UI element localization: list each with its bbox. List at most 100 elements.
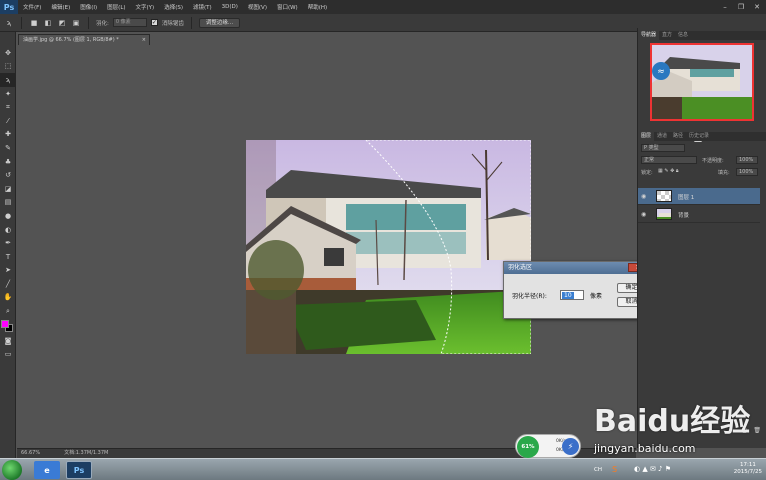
opacity-label: 不透明度: xyxy=(702,158,724,164)
language-indicator[interactable]: CH xyxy=(594,467,602,473)
zoom-level[interactable]: 66.67% xyxy=(21,449,40,458)
move-tool-icon[interactable]: ✥ xyxy=(0,46,16,60)
navigator-preview: ≈ xyxy=(652,45,752,119)
svg-text:≈: ≈ xyxy=(657,67,665,77)
dialog-title: 羽化选区 xyxy=(508,264,533,271)
close-tab-icon[interactable]: × xyxy=(142,35,146,45)
dodge-tool-icon[interactable]: ◐ xyxy=(0,223,16,237)
network-speed-widget[interactable]: 61% 0K/s 0K/s ⚡ xyxy=(515,434,581,458)
layer-kind-select[interactable]: P 类型 xyxy=(641,144,685,152)
antialias-label: 消除锯齿 xyxy=(161,20,184,27)
minimize-icon[interactable]: – xyxy=(720,2,730,11)
feather-input[interactable]: 0 像素 xyxy=(112,18,147,27)
document-tab-title: 油画学.jpg @ 66.7% (图层 1, RGB/8#) * xyxy=(23,37,119,43)
accelerate-icon[interactable]: ⚡ xyxy=(562,438,579,455)
menu-view[interactable]: 视图(V) xyxy=(243,3,272,11)
type-tool-icon[interactable]: T xyxy=(0,250,16,264)
line-tool-icon[interactable]: ╱ xyxy=(0,277,16,291)
refine-edge-button[interactable]: 调整边缘... xyxy=(198,17,241,28)
menu-help[interactable]: 帮助(H) xyxy=(303,3,332,11)
menu-3d[interactable]: 3D(D) xyxy=(217,4,243,10)
speed-percent-circle: 61% xyxy=(517,436,539,458)
visibility-eye-icon[interactable]: ◉ xyxy=(641,211,649,218)
menu-file[interactable]: 文件(F) xyxy=(18,3,46,11)
close-icon[interactable]: ✕ xyxy=(752,2,762,11)
tray-icons[interactable]: ◐ ▲ ✉ ♪ ⚑ xyxy=(634,465,671,473)
history-brush-icon[interactable]: ↺ xyxy=(0,168,16,182)
add-selection-icon[interactable]: ◧ xyxy=(43,18,53,28)
taskbar-clock[interactable]: 17:11 2015/7/25 xyxy=(734,462,762,476)
eyedropper-icon[interactable]: ⁄ xyxy=(0,114,16,128)
quick-mask-icon[interactable]: ◙ xyxy=(0,334,16,348)
tab-histogram[interactable]: 直方 xyxy=(659,31,675,40)
tab-paths[interactable]: 路径 xyxy=(670,132,686,141)
menu-select[interactable]: 选择(S) xyxy=(159,3,188,11)
document-tab[interactable]: 油画学.jpg @ 66.7% (图层 1, RGB/8#) * × xyxy=(18,34,150,45)
menu-image[interactable]: 图像(I) xyxy=(75,3,102,11)
dialog-body: 羽化半径(R): 10 像素 确定 取消 xyxy=(504,274,651,320)
subtract-selection-icon[interactable]: ◩ xyxy=(57,18,67,28)
tab-history[interactable]: 历史记录 xyxy=(686,132,712,141)
lasso-tool-icon[interactable]: ϡ xyxy=(0,73,16,87)
restore-icon[interactable]: ❐ xyxy=(736,2,746,11)
clock-time: 17:11 xyxy=(739,462,756,468)
crop-tool-icon[interactable]: ⌗ xyxy=(0,100,16,114)
canvas-image[interactable] xyxy=(246,140,531,354)
path-selection-icon[interactable]: ➤ xyxy=(0,264,16,278)
watermark-url: jingyan.baidu.com xyxy=(594,442,696,455)
magic-wand-icon[interactable]: ✦ xyxy=(0,87,16,101)
clock-date: 2015/7/25 xyxy=(733,469,762,475)
menu-type[interactable]: 文字(Y) xyxy=(131,3,160,11)
lasso-tool-icon[interactable]: ϡ xyxy=(4,18,14,28)
zoom-tool-icon[interactable]: ⌕ xyxy=(0,304,16,318)
clone-stamp-icon[interactable]: ♣ xyxy=(0,155,16,169)
intersect-selection-icon[interactable]: ▣ xyxy=(71,18,81,28)
blur-tool-icon[interactable]: ● xyxy=(0,209,16,223)
antialias-checkbox[interactable]: ✓ xyxy=(150,19,158,26)
visibility-eye-icon[interactable]: ◉ xyxy=(641,193,649,200)
lock-label: 锁定: xyxy=(641,170,653,176)
opacity-input[interactable]: 100% xyxy=(736,156,758,164)
layer-name: 背景 xyxy=(678,213,690,219)
fill-label: 填充: xyxy=(718,170,730,176)
pen-tool-icon[interactable]: ✒ xyxy=(0,236,16,250)
eraser-tool-icon[interactable]: ◪ xyxy=(0,182,16,196)
screen-mode-icon[interactable]: ▭ xyxy=(0,347,16,361)
divider xyxy=(88,16,89,29)
new-selection-icon[interactable]: ■ xyxy=(29,18,39,28)
dialog-title-bar: 羽化选区 ✕ xyxy=(504,262,651,274)
marquee-tool-icon[interactable]: ⬚ xyxy=(0,60,16,74)
start-button[interactable] xyxy=(2,460,22,480)
lock-icons[interactable]: ▦ ✎ ✥ 🔒︎ xyxy=(658,168,679,174)
navigator-thumbnail[interactable]: ≈ xyxy=(650,43,754,121)
layers-tabs: 图层 通道 路径 历史记录 xyxy=(638,132,766,141)
ime-icon[interactable]: S xyxy=(612,465,617,474)
document-size[interactable]: 文档:1.37M/1.37M xyxy=(64,449,108,458)
watermark-brand: Baidu经验 xyxy=(594,404,751,439)
feather-label: 羽化: xyxy=(96,20,109,27)
ie-icon[interactable]: e xyxy=(34,461,60,479)
tab-layers[interactable]: 图层 xyxy=(638,132,655,141)
healing-brush-icon[interactable]: ✚ xyxy=(0,128,16,142)
foreground-color-swatch[interactable] xyxy=(1,319,9,328)
brush-tool-icon[interactable]: ✎ xyxy=(0,141,16,155)
menu-window[interactable]: 窗口(W) xyxy=(272,3,303,11)
menu-filter[interactable]: 滤镜(T) xyxy=(188,3,217,11)
layer-row-background[interactable]: ◉ 背景 xyxy=(638,206,760,223)
hand-tool-icon[interactable]: ✋ xyxy=(0,291,16,305)
feather-radius-input[interactable]: 10 xyxy=(560,290,584,300)
fill-input[interactable]: 100% xyxy=(736,168,758,176)
layer-row-layer1[interactable]: ◉ 图层 1 xyxy=(638,188,760,205)
transparent-thumbnail xyxy=(657,191,671,201)
menu-layer[interactable]: 图层(L) xyxy=(102,3,130,11)
windows-taskbar: e Ps CH S ◐ ▲ ✉ ♪ ⚑ 17:11 2015/7/25 xyxy=(0,458,766,480)
photoshop-taskbar-icon[interactable]: Ps xyxy=(66,461,92,479)
color-swatches[interactable] xyxy=(0,318,16,334)
layer-name: 图层 1 xyxy=(678,195,695,201)
tab-channels[interactable]: 通道 xyxy=(654,132,670,141)
menu-edit[interactable]: 编辑(E) xyxy=(46,3,75,11)
tab-navigator[interactable]: 导航器 xyxy=(638,31,660,40)
blend-mode-select[interactable]: 正常 xyxy=(641,156,697,164)
tab-info[interactable]: 信息 xyxy=(675,31,691,40)
gradient-tool-icon[interactable]: ▤ xyxy=(0,196,16,210)
